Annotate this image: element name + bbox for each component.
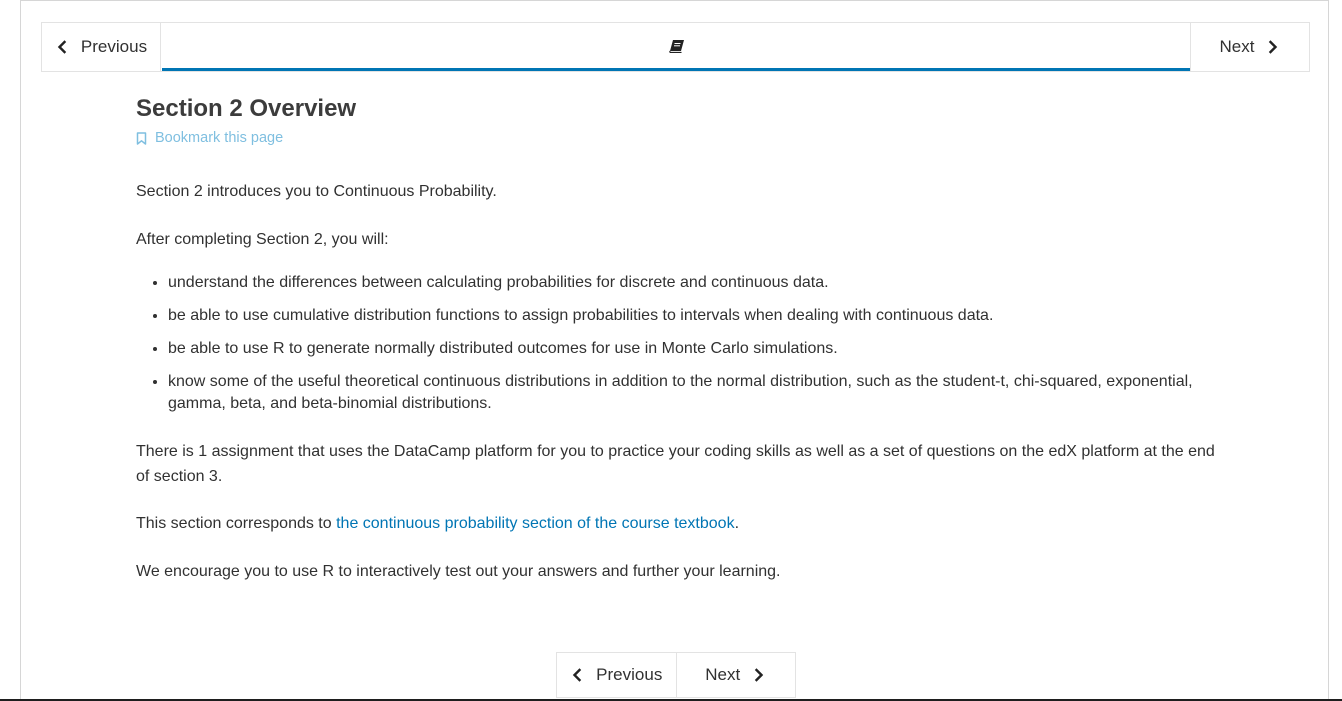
bottom-next-button[interactable]: Next [677, 653, 796, 697]
bottom-previous-button[interactable]: Previous [557, 653, 677, 697]
chevron-left-icon [572, 668, 582, 682]
after-completing-paragraph: After completing Section 2, you will: [136, 231, 389, 248]
textbook-prefix: This section corresponds to [136, 515, 337, 532]
textbook-suffix: . [734, 515, 740, 532]
bookmark-button[interactable]: Bookmark this page [136, 128, 1216, 148]
previous-label: Previous [80, 37, 148, 56]
unit-content: Section 2 Overview Bookmark this page Se… [136, 92, 1216, 580]
bookmark-label: Bookmark this page [155, 130, 284, 146]
previous-button[interactable]: Previous [42, 23, 161, 71]
learning-goals-list: understand the differences between calcu… [136, 272, 1228, 426]
textbook-link[interactable]: the continuous probability section of th… [336, 515, 734, 532]
chevron-right-icon [755, 668, 764, 682]
list-item: know some of the useful theoretical cont… [168, 371, 1228, 415]
bottom-previous-label: Previous [596, 665, 663, 684]
page-title: Section 2 Overview [136, 95, 357, 122]
next-label: Next [1219, 37, 1255, 56]
bookmark-icon [136, 131, 147, 145]
assignment-paragraph: There is 1 assignment that uses the Data… [136, 443, 1215, 485]
list-item: be able to use R to generate normally di… [168, 338, 1228, 360]
chevron-left-icon [57, 40, 67, 54]
list-item: be able to use cumulative distribution f… [168, 305, 1228, 327]
list-item: understand the differences between calcu… [168, 272, 1228, 294]
chevron-right-icon [1269, 40, 1278, 54]
textbook-paragraph: This section corresponds to the continuo… [136, 512, 739, 536]
bottom-sequence-nav: Previous Next [556, 652, 796, 698]
sequence-tab-active[interactable] [162, 23, 1191, 71]
bottom-next-label: Next [705, 665, 741, 684]
sequence-nav: Previous Next [41, 22, 1310, 72]
book-icon [668, 39, 684, 53]
encourage-paragraph: We encourage you to use R to interactive… [136, 563, 781, 580]
intro-paragraph: Section 2 introduces you to Continuous P… [136, 183, 497, 200]
next-button[interactable]: Next [1190, 23, 1309, 71]
